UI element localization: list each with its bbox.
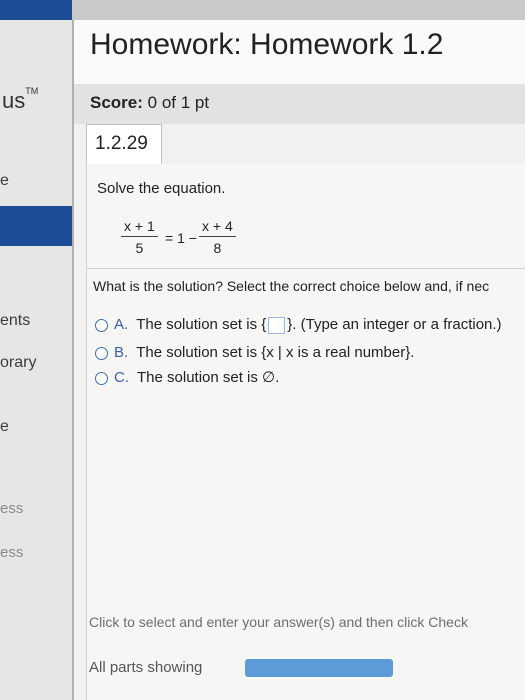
equation-middle: = 1 −	[165, 230, 197, 246]
choice-a-text-after: }. (Type an integer or a fraction.)	[287, 316, 502, 333]
fraction-left: x + 1 5	[121, 218, 158, 256]
title-bar: Homework: Homework 1.2	[74, 20, 525, 85]
fraction-right: x + 4 8	[199, 218, 236, 256]
top-left-brand-band	[0, 0, 72, 20]
sidebar-item-ess-1[interactable]: ess	[0, 500, 23, 517]
footer-instruction: Click to select and enter your answer(s)…	[89, 614, 468, 630]
sidebar-item-library[interactable]: orary	[0, 354, 36, 372]
progress-fill	[245, 659, 393, 677]
fraction-right-denominator: 8	[213, 240, 222, 256]
score-display: Score: 0 of 1 pt	[90, 93, 209, 113]
sidebar-item-assignments[interactable]: ents	[0, 312, 30, 330]
sidebar-item-e[interactable]: e	[0, 418, 9, 436]
choice-b-letter: B.	[114, 344, 129, 361]
choice-c[interactable]: C. The solution set is ∅.	[95, 368, 279, 386]
main-panel: Homework: Homework 1.2 Score: 0 of 1 pt …	[74, 20, 525, 700]
score-value: 0 of 1 pt	[147, 93, 210, 112]
choice-a-text-before: The solution set is {	[136, 316, 267, 333]
question-instruction: Solve the equation.	[97, 180, 226, 197]
fraction-left-numerator: x + 1	[121, 218, 158, 237]
radio-button-a[interactable]	[95, 318, 108, 332]
sidebar-partial-item[interactable]: e	[0, 172, 9, 190]
separator-line	[87, 268, 525, 269]
choice-c-text: The solution set is ∅.	[137, 369, 280, 386]
question-prompt: What is the solution? Select the correct…	[93, 278, 490, 294]
fraction-right-numerator: x + 4	[199, 218, 236, 237]
question-content: Solve the equation. x + 1 5 = 1 − x + 4 …	[86, 164, 525, 700]
sidebar-brand: usTM	[2, 86, 39, 114]
choice-b-text: The solution set is {x | x is a real num…	[136, 344, 415, 361]
question-number: 1.2.29	[95, 133, 148, 154]
score-bar: Score: 0 of 1 pt	[74, 84, 525, 124]
brand-text: us	[2, 88, 26, 113]
radio-button-b[interactable]	[95, 346, 108, 360]
page-title: Homework: Homework 1.2	[90, 28, 444, 61]
choice-a[interactable]: A. The solution set is { }. (Type an integ…	[95, 316, 502, 334]
choice-a-letter: A.	[114, 316, 129, 333]
trademark-mark: TM	[25, 86, 39, 96]
parts-progress-bar	[245, 659, 393, 677]
choice-b[interactable]: B. The solution set is {x | x is a real n…	[95, 344, 414, 361]
browser-top-strip	[0, 0, 525, 20]
parts-showing-label: All parts showing	[89, 659, 203, 676]
score-label: Score:	[90, 93, 143, 112]
sidebar-item-ess-2[interactable]: ess	[0, 544, 23, 561]
radio-button-c[interactable]	[95, 371, 108, 385]
sidebar: usTM e ents orary e ess ess	[0, 20, 72, 700]
choice-c-letter: C.	[114, 369, 129, 386]
question-number-box: 1.2.29	[86, 124, 162, 166]
fraction-left-denominator: 5	[135, 240, 144, 256]
answer-input-box[interactable]	[268, 316, 286, 334]
sidebar-active-band	[0, 206, 72, 246]
